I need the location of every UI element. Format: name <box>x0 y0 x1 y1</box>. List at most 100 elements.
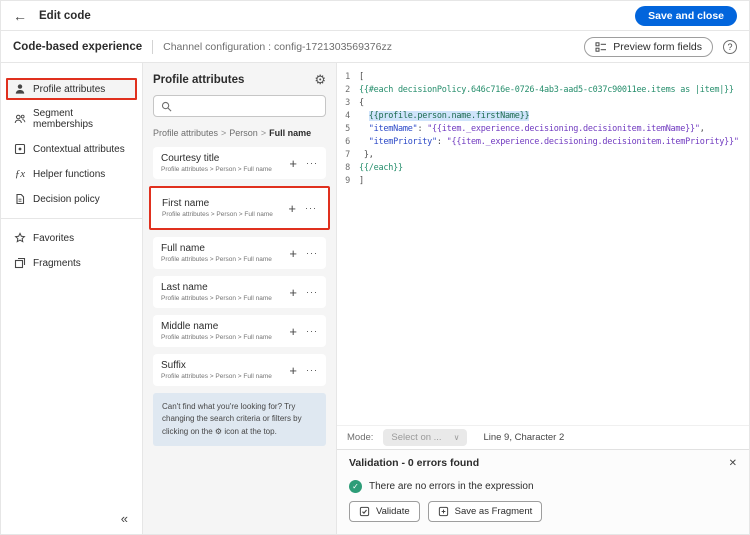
add-attribute-button[interactable]: + <box>289 157 297 170</box>
sidebar-item-segment-memberships[interactable]: Segment memberships <box>6 103 137 135</box>
code-line[interactable]: 2{{#each decisionPolicy.646c716e-0726-4a… <box>337 84 749 97</box>
mode-select-value: Select on ... <box>391 432 441 443</box>
search-box <box>153 95 326 117</box>
validation-actions: Validate Save as Fragment <box>337 501 749 534</box>
gear-icon[interactable]: ⚙ <box>314 73 326 86</box>
mode-select[interactable]: Select on ... ∨ <box>383 429 467 446</box>
preview-form-fields-button[interactable]: Preview form fields <box>584 37 713 57</box>
sidebar-item-label: Helper functions <box>33 169 105 180</box>
attribute-card-courtesy-title[interactable]: Courtesy title Profile attributes > Pers… <box>153 147 326 179</box>
sidebar-divider <box>1 218 142 219</box>
line-number: 4 <box>337 110 359 123</box>
preview-form-fields-label: Preview form fields <box>613 41 702 53</box>
search-hint-note: Can't find what you're looking for? Try … <box>153 393 326 446</box>
save-and-close-button[interactable]: Save and close <box>635 6 737 26</box>
attribute-card-suffix[interactable]: Suffix Profile attributes > Person > Ful… <box>153 354 326 386</box>
add-attribute-button[interactable]: + <box>289 247 297 260</box>
attribute-card-middle-name[interactable]: Middle name Profile attributes > Person … <box>153 315 326 347</box>
add-attribute-button[interactable]: + <box>289 286 297 299</box>
code-line[interactable]: 4 {{profile.person.name.firstName}} <box>337 110 749 123</box>
code-line[interactable]: 7 }, <box>337 149 749 162</box>
sidebar-item-favorites[interactable]: Favorites <box>6 227 137 249</box>
cursor-position: Line 9, Character 2 <box>483 432 564 443</box>
save-as-fragment-button[interactable]: Save as Fragment <box>428 501 543 522</box>
breadcrumb-person[interactable]: Person <box>229 128 258 138</box>
line-number: 1 <box>337 71 359 84</box>
code-line[interactable]: 3{ <box>337 97 749 110</box>
app-window: ← Edit code Save and close Code-based ex… <box>0 0 750 535</box>
line-number: 7 <box>337 149 359 162</box>
card-actions: + ··· <box>289 247 318 260</box>
card-actions: + ··· <box>289 325 318 338</box>
close-icon[interactable]: ✕ <box>729 458 737 469</box>
more-options-button[interactable]: ··· <box>306 249 318 258</box>
sidebar-item-label: Decision policy <box>33 194 100 205</box>
fragment-save-icon <box>438 506 449 517</box>
card-actions: + ··· <box>289 286 318 299</box>
attribute-card-full-name[interactable]: Full name Profile attributes > Person > … <box>153 237 326 269</box>
line-number: 8 <box>337 162 359 175</box>
attribute-card-last-name[interactable]: Last name Profile attributes > Person > … <box>153 276 326 308</box>
code-line[interactable]: 8{{/each}} <box>337 162 749 175</box>
validation-panel: Validation - 0 errors found ✕ ✓ There ar… <box>337 449 749 534</box>
segments-icon <box>14 113 26 125</box>
mode-label: Mode: <box>347 432 373 443</box>
attribute-title: Suffix <box>161 360 272 371</box>
vertical-divider <box>152 40 153 54</box>
sub-bar-left: Code-based experience Channel configurat… <box>13 40 392 54</box>
code-line[interactable]: 5 "itemName": "{{item._experience.decisi… <box>337 123 749 136</box>
sidebar-item-helper-functions[interactable]: ƒx Helper functions <box>6 163 137 185</box>
line-content: "itemName": "{{item._experience.decision… <box>359 123 705 136</box>
line-content: {{#each decisionPolicy.646c716e-0726-4ab… <box>359 84 734 97</box>
line-content: [ <box>359 71 364 84</box>
validation-message-row: ✓ There are no errors in the expression <box>337 474 749 501</box>
sidebar-item-fragments[interactable]: Fragments <box>6 252 137 274</box>
attribute-title: First name <box>162 198 273 209</box>
chevron-down-icon: ∨ <box>454 433 460 442</box>
attribute-title: Courtesy title <box>161 153 272 164</box>
more-options-button[interactable]: ··· <box>306 366 318 375</box>
breadcrumb-root[interactable]: Profile attributes <box>153 128 218 138</box>
line-number: 5 <box>337 123 359 136</box>
document-icon <box>14 193 26 205</box>
attribute-path: Profile attributes > Person > Full name <box>162 211 273 218</box>
attribute-path: Profile attributes > Person > Full name <box>161 295 272 302</box>
sidebar-item-label: Fragments <box>33 258 81 269</box>
attribute-path: Profile attributes > Person > Full name <box>161 256 272 263</box>
sidebar-item-contextual-attributes[interactable]: Contextual attributes <box>6 138 137 160</box>
top-bar-left: ← Edit code <box>13 9 91 23</box>
top-bar: ← Edit code Save and close <box>1 1 749 31</box>
more-options-button[interactable]: ··· <box>306 327 318 336</box>
code-line[interactable]: 6 "itemPriority": "{{item._experience.de… <box>337 136 749 149</box>
code-line[interactable]: 1[ <box>337 71 749 84</box>
sub-bar: Code-based experience Channel configurat… <box>1 31 749 63</box>
channel-config-label: Channel configuration : config-172130356… <box>163 41 392 53</box>
line-content: { <box>359 97 364 110</box>
card-text: Suffix Profile attributes > Person > Ful… <box>161 360 272 380</box>
validate-button[interactable]: Validate <box>349 501 420 522</box>
breadcrumb-separator: > <box>261 128 266 138</box>
back-icon[interactable]: ← <box>13 9 27 23</box>
search-icon <box>161 101 172 112</box>
add-attribute-button[interactable]: + <box>289 325 297 338</box>
code-editor[interactable]: 1[2{{#each decisionPolicy.646c716e-0726-… <box>337 63 749 425</box>
card-actions: + ··· <box>289 364 318 377</box>
sidebar-item-profile-attributes[interactable]: Profile attributes <box>6 78 137 100</box>
more-options-button[interactable]: ··· <box>305 204 317 213</box>
add-attribute-button[interactable]: + <box>289 364 297 377</box>
sidebar-item-decision-policy[interactable]: Decision policy <box>6 188 137 210</box>
attribute-card-first-name[interactable]: First name Profile attributes > Person >… <box>154 192 325 224</box>
code-line[interactable]: 9] <box>337 175 749 188</box>
more-options-button[interactable]: ··· <box>306 159 318 168</box>
more-options-button[interactable]: ··· <box>306 288 318 297</box>
help-icon[interactable]: ? <box>723 40 737 54</box>
card-text: Middle name Profile attributes > Person … <box>161 321 272 341</box>
sidebar-item-label: Profile attributes <box>33 84 105 95</box>
search-input[interactable] <box>178 101 318 112</box>
editor-status-bar: Mode: Select on ... ∨ Line 9, Character … <box>337 425 749 449</box>
add-attribute-button[interactable]: + <box>288 202 296 215</box>
contextual-icon <box>14 143 26 155</box>
code-lines: 1[2{{#each decisionPolicy.646c716e-0726-… <box>337 71 749 188</box>
collapse-sidebar-button[interactable]: « <box>121 511 128 526</box>
fragment-icon <box>14 257 26 269</box>
